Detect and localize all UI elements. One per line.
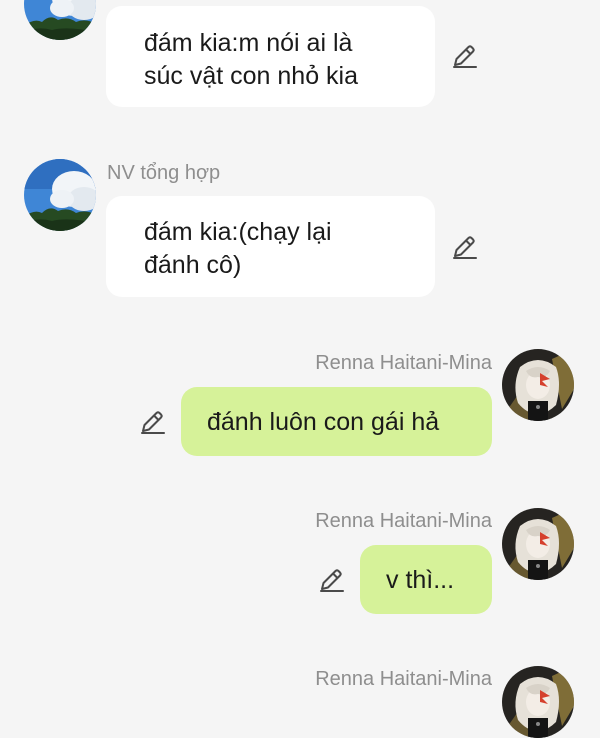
sender-name: Renna Haitani-Mina bbox=[315, 668, 492, 690]
message-bubble[interactable]: đám kia:m nói ai là súc vật con nhỏ kia bbox=[106, 6, 435, 107]
sender-name: Renna Haitani-Mina bbox=[315, 352, 492, 374]
avatar[interactable] bbox=[502, 666, 574, 738]
message-text-line: đám kia:m nói ai là bbox=[144, 29, 353, 57]
message-text-line: súc vật con nhỏ kia bbox=[144, 62, 359, 90]
avatar-image bbox=[502, 508, 574, 580]
message-text-line: đánh cô) bbox=[144, 251, 242, 279]
avatar-image bbox=[24, 0, 96, 40]
edit-icon[interactable] bbox=[138, 408, 166, 436]
edit-icon[interactable] bbox=[450, 233, 478, 261]
avatar-image bbox=[502, 349, 574, 421]
message-bubble[interactable]: đám kia:(chạy lại đánh cô) bbox=[106, 196, 435, 297]
edit-icon[interactable] bbox=[450, 42, 478, 70]
message-text-line: v thì... bbox=[386, 566, 455, 594]
avatar[interactable] bbox=[24, 0, 96, 40]
message-text-line: đám kia:(chạy lại bbox=[144, 218, 332, 246]
message-bubble[interactable]: đánh luôn con gái hả bbox=[181, 387, 492, 456]
avatar[interactable] bbox=[502, 508, 574, 580]
avatar-image bbox=[502, 666, 574, 738]
message-text-line: đánh luôn con gái hả bbox=[207, 408, 440, 436]
sender-name: Renna Haitani-Mina bbox=[315, 510, 492, 532]
avatar-image bbox=[24, 159, 96, 231]
avatar[interactable] bbox=[502, 349, 574, 421]
sender-name: NV tổng hợp bbox=[107, 162, 221, 184]
avatar[interactable] bbox=[24, 159, 96, 231]
message-bubble[interactable]: v thì... bbox=[360, 545, 492, 614]
edit-icon[interactable] bbox=[317, 566, 345, 594]
